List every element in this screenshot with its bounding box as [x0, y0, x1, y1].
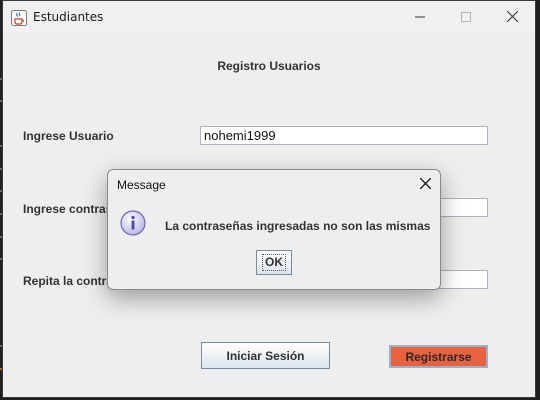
- close-icon: [506, 10, 518, 26]
- dialog-message: La contraseñas ingresadas no son las mis…: [165, 219, 431, 233]
- minimize-icon: [415, 10, 425, 26]
- username-label: Ingrese Usuario: [23, 129, 114, 143]
- ok-button-label: OK: [262, 254, 286, 271]
- minimize-button[interactable]: [397, 1, 443, 35]
- password-label: Ingrese contras: [23, 202, 113, 216]
- info-icon: [120, 210, 146, 236]
- username-field[interactable]: nohemi1999: [200, 126, 488, 145]
- dialog-close-button[interactable]: [414, 174, 436, 196]
- login-button-label: Iniciar Sesión: [226, 348, 305, 363]
- dialog-title: Message: [117, 178, 166, 192]
- login-button[interactable]: Iniciar Sesión: [201, 342, 330, 369]
- form-heading: Registro Usuarios: [217, 59, 321, 73]
- java-cup-icon: [11, 10, 27, 26]
- repeat-password-label: Repita la contra: [23, 274, 114, 288]
- message-dialog: Message La contraseñas ingresadas no son…: [107, 169, 441, 290]
- ok-button[interactable]: OK: [256, 250, 292, 275]
- maximize-icon: [461, 10, 471, 26]
- title-bar[interactable]: Estudiantes: [3, 1, 535, 35]
- maximize-button[interactable]: [443, 1, 489, 35]
- register-button[interactable]: Registrarse: [389, 345, 488, 368]
- window-title: Estudiantes: [33, 10, 104, 24]
- register-button-label: Registrarse: [405, 349, 472, 364]
- close-button[interactable]: [489, 1, 535, 35]
- close-icon: [419, 176, 431, 194]
